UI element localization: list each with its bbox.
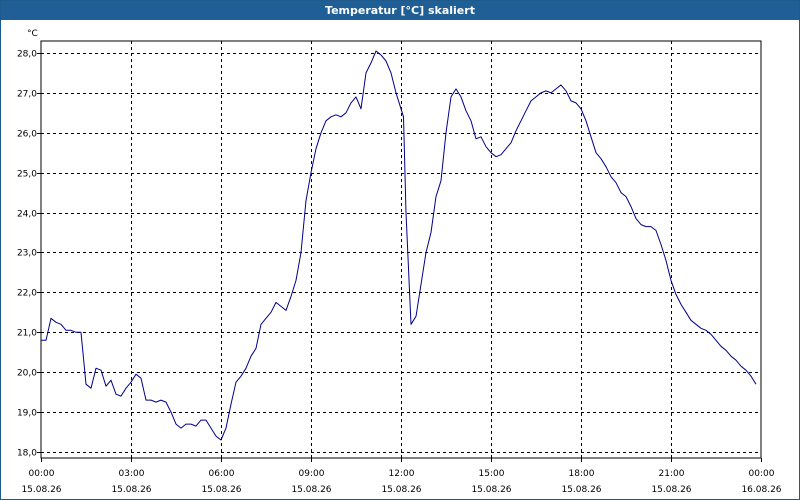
y-tick-label: 18,0 [17,449,37,459]
x-tick-date: 15.08.26 [291,485,331,495]
y-tick-label: 27,0 [17,90,37,100]
y-tick-label: 19,0 [17,409,37,419]
y-tick-label: 24,0 [17,210,37,220]
x-tick-time: 03:00 [119,469,145,479]
window-title: Temperatur [°C] skaliert [1,1,799,20]
y-tick-label: 25,0 [17,170,37,180]
chart-window: Temperatur [°C] skaliert 18,0 19,0 20,0 21,… [0,0,800,500]
x-tick-time: 15:00 [479,469,505,479]
y-tick-label: 28,0 [17,50,37,60]
x-tick-time: 00:00 [29,469,55,479]
x-tick-time: 00:00 [749,469,775,479]
x-tick-date: 15.08.26 [651,485,691,495]
x-tick-date: 15.08.26 [111,485,151,495]
x-tick-date: 15.08.26 [471,485,511,495]
x-tick-time: 18:00 [569,469,595,479]
y-tick-label: 22,0 [17,289,37,299]
x-tick-time: 12:00 [389,469,415,479]
x-tick-date: 16.08.26 [741,485,781,495]
y-tick-label: 21,0 [17,329,37,339]
x-tick-date: 15.08.26 [561,485,601,495]
x-tick-date: 15.08.26 [201,485,241,495]
x-tick-date: 15.08.26 [21,485,61,495]
temperature-series-line [41,50,757,441]
temperature-chart: 18,0 19,0 20,0 21,0 22,0 23,0 24,0 25,0 26,0 27,0… [17,29,782,495]
y-tick-label: 26,0 [17,130,37,140]
x-tick-date: 15.08.26 [381,485,421,495]
x-tick-time: 06:00 [209,469,235,479]
y-axis-unit: °C [27,29,38,39]
y-tick-label: 23,0 [17,249,37,259]
y-tick-label: 20,0 [17,369,37,379]
x-tick-time: 21:00 [659,469,685,479]
x-tick-time: 09:00 [299,469,325,479]
